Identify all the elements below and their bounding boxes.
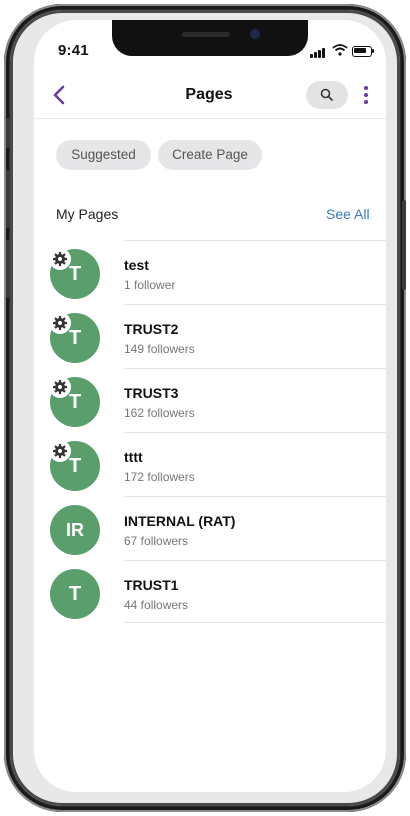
wifi-icon bbox=[332, 44, 348, 56]
battery-icon bbox=[352, 46, 372, 57]
signal-bar bbox=[314, 52, 317, 58]
chip-suggested[interactable]: Suggested bbox=[56, 140, 151, 170]
page-followers: 1 follower bbox=[124, 278, 176, 292]
page-list-item[interactable]: T TRUST2 149 followers bbox=[34, 304, 386, 369]
mute-switch bbox=[6, 118, 10, 148]
row-divider bbox=[124, 432, 386, 433]
row-divider bbox=[124, 304, 386, 305]
see-all-link[interactable]: See All bbox=[326, 206, 370, 222]
page-name: INTERNAL (RAT) bbox=[124, 513, 236, 529]
row-divider bbox=[124, 496, 386, 497]
gear-icon bbox=[49, 312, 71, 334]
header-divider bbox=[34, 118, 386, 119]
avatar: IR bbox=[50, 505, 100, 555]
power-button bbox=[402, 200, 406, 290]
status-icons bbox=[310, 44, 374, 58]
page-list-item[interactable]: T TRUST3 162 followers bbox=[34, 368, 386, 433]
notch bbox=[112, 20, 308, 56]
front-camera bbox=[250, 29, 260, 39]
chip-create-page[interactable]: Create Page bbox=[158, 140, 262, 170]
gear-icon bbox=[49, 376, 71, 398]
page-name: TRUST3 bbox=[124, 385, 179, 401]
list-divider bbox=[124, 622, 386, 623]
volume-down-button bbox=[6, 240, 10, 298]
page-list-item[interactable]: T TRUST1 44 followers bbox=[34, 560, 386, 625]
page-name: TRUST1 bbox=[124, 577, 179, 593]
page-list-item[interactable]: T test 1 follower bbox=[34, 240, 386, 305]
speaker bbox=[182, 32, 230, 37]
page-followers: 149 followers bbox=[124, 342, 195, 356]
gear-icon bbox=[49, 248, 71, 270]
page-name: test bbox=[124, 257, 149, 273]
status-time: 9:41 bbox=[58, 42, 89, 59]
page-followers: 172 followers bbox=[124, 470, 195, 484]
avatar: T bbox=[50, 569, 100, 619]
row-divider bbox=[124, 560, 386, 561]
row-divider bbox=[124, 240, 386, 241]
gear-icon bbox=[49, 440, 71, 462]
page-name: TRUST2 bbox=[124, 321, 179, 337]
page-title: Pages bbox=[185, 86, 233, 103]
page-name: tttt bbox=[124, 449, 143, 465]
search-button[interactable] bbox=[306, 81, 348, 109]
signal-bar bbox=[318, 50, 321, 58]
volume-up-button bbox=[6, 170, 10, 228]
more-vertical-icon[interactable] bbox=[360, 84, 372, 106]
page-followers: 67 followers bbox=[124, 534, 189, 548]
search-icon bbox=[320, 88, 333, 101]
signal-bar bbox=[322, 48, 325, 58]
page-list-item[interactable]: T tttt 172 followers bbox=[34, 432, 386, 497]
page-list-item[interactable]: IR INTERNAL (RAT) 67 followers bbox=[34, 496, 386, 561]
row-divider bbox=[124, 368, 386, 369]
signal-bar bbox=[310, 54, 313, 58]
section-title-my-pages: My Pages bbox=[56, 206, 119, 222]
page-followers: 44 followers bbox=[124, 598, 189, 612]
page-followers: 162 followers bbox=[124, 406, 195, 420]
